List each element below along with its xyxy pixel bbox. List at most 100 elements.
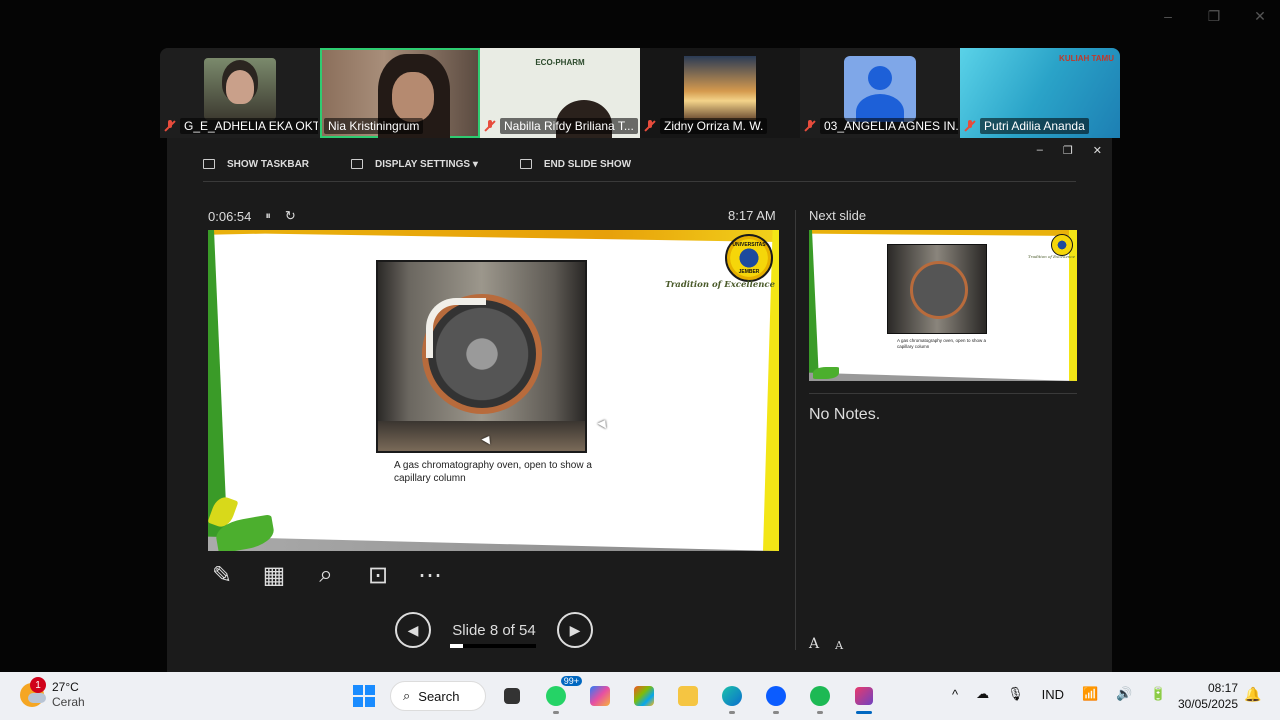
mouse-cursor-icon	[597, 417, 610, 429]
whatsapp-icon	[546, 686, 566, 706]
zoom-icon[interactable]: ⌕	[311, 560, 341, 590]
snipping-tool-icon	[855, 687, 873, 705]
store-app[interactable]	[626, 678, 662, 714]
logo-text-bottom: JEMBER	[738, 269, 760, 275]
presenter-view-window: – ❐ ✕ SHOW TASKBAR DISPLAY SETTINGS ▾ EN…	[167, 138, 1112, 673]
whatsapp-badge: 99+	[560, 676, 582, 686]
end-slide-show-button[interactable]: END SLIDE SHOW	[519, 154, 631, 174]
current-slide[interactable]: UNIVERSITAS JEMBER Tradition of Excellen…	[208, 230, 779, 551]
university-logo	[1051, 234, 1073, 256]
mic-muted-icon	[964, 120, 976, 132]
participant-tile[interactable]: Zidny Orriza M. W.	[640, 48, 800, 138]
participant-tile-active-speaker[interactable]: Nia Kristiningrum	[320, 48, 480, 138]
snipping-tool-app[interactable]	[846, 678, 882, 714]
oven-floor	[378, 421, 585, 451]
reset-timer-icon[interactable]: ↻	[285, 208, 296, 224]
window-controls: – ❐ ✕	[1158, 8, 1270, 25]
slide-counter[interactable]: Slide 8 of 54	[449, 622, 539, 639]
notes-font-controls: A A	[809, 636, 843, 652]
pause-timer-icon[interactable]: ⏸	[265, 210, 271, 223]
edge-icon	[722, 686, 742, 706]
next-slide-label: Next slide	[809, 208, 867, 223]
logo-text-top: UNIVERSITAS	[732, 242, 766, 248]
close-icon[interactable]: ✕	[1093, 144, 1102, 157]
display-settings-icon	[351, 159, 364, 169]
see-all-slides-icon[interactable]: ▦	[259, 560, 289, 590]
display-settings-button[interactable]: DISPLAY SETTINGS ▾	[351, 154, 478, 174]
battery-icon[interactable]: 🔋	[1150, 686, 1166, 702]
show-taskbar-label: SHOW TASKBAR	[227, 158, 310, 170]
previous-slide-button[interactable]: ◀	[395, 612, 431, 648]
participant-name: G_E_ADHELIA EKA OKT...	[180, 118, 318, 134]
taskbar-date: 30/05/2025	[1177, 697, 1238, 711]
mic-muted-icon	[484, 120, 496, 132]
presenter-toolbar: SHOW TASKBAR DISPLAY SETTINGS ▾ END SLID…	[203, 154, 1076, 182]
task-view-button[interactable]	[494, 678, 530, 714]
participant-video	[204, 58, 276, 120]
notes-divider	[809, 393, 1077, 394]
store-icon	[634, 686, 654, 706]
participant-tile[interactable]: 03_ANGELIA AGNES IN...	[800, 48, 960, 138]
slide-right-band	[1069, 230, 1077, 381]
start-button[interactable]	[346, 678, 382, 714]
onedrive-icon[interactable]: ☁	[976, 686, 989, 702]
next-slide-button[interactable]: ▶	[557, 612, 593, 648]
pane-divider[interactable]	[795, 210, 796, 650]
mic-muted-icon	[644, 120, 656, 132]
slide-navigation: ◀ Slide 8 of 54 ▶	[395, 612, 593, 648]
wifi-icon[interactable]: 📶	[1082, 686, 1098, 702]
participant-strip: G_E_ADHELIA EKA OKT... Nia Kristiningrum…	[160, 48, 1120, 138]
virtual-background-title: KULIAH TAMU	[1059, 54, 1114, 63]
pen-icon[interactable]: ✎	[207, 560, 237, 590]
weather-widget[interactable]: 1 27°C Cerah	[20, 677, 85, 710]
search-label: Search	[418, 688, 460, 704]
slide-top-band	[809, 230, 1077, 236]
spotify-icon	[810, 686, 830, 706]
taskbar-icon	[203, 159, 215, 169]
elapsed-time: 0:06:54	[208, 208, 252, 224]
participant-tile[interactable]: KULIAH TAMU Putri Adilia Ananda	[960, 48, 1120, 138]
decrease-font-icon[interactable]: A	[835, 639, 843, 652]
file-explorer-app[interactable]	[670, 678, 706, 714]
language-indicator[interactable]: IND	[1042, 687, 1064, 702]
edge-app[interactable]	[714, 678, 750, 714]
participant-tile[interactable]: ECO-PHARM Nabilla Rifdy Briliana T...	[480, 48, 640, 138]
clock-date[interactable]: 08:17 30/05/2025	[1168, 680, 1238, 712]
university-logo: UNIVERSITAS JEMBER	[725, 234, 773, 282]
minimize-icon[interactable]: –	[1158, 8, 1178, 25]
slide-right-band	[763, 230, 779, 551]
copilot-app[interactable]	[582, 678, 618, 714]
microphone-icon[interactable]: 🎙	[1007, 686, 1024, 702]
increase-font-icon[interactable]: A	[809, 636, 819, 652]
notification-center-icon[interactable]: 🔔	[1244, 686, 1261, 703]
participant-video	[684, 56, 756, 120]
windows-taskbar: 1 27°C Cerah ⌕ Search 99+ ^ ☁ 🎙 IND 📶 🔊 …	[0, 672, 1280, 720]
mic-muted-icon	[804, 120, 816, 132]
show-taskbar-button[interactable]: SHOW TASKBAR	[203, 154, 309, 174]
restore-icon[interactable]: ❐	[1204, 8, 1224, 25]
slide-bottom-band	[208, 536, 779, 551]
slide-progress-bar	[450, 644, 536, 648]
volume-icon[interactable]: 🔊	[1116, 686, 1132, 702]
participant-tile[interactable]: G_E_ADHELIA EKA OKT...	[160, 48, 320, 138]
column-highlight	[426, 298, 486, 358]
system-tray: ^ ☁ 🎙 IND 📶 🔊 🔋	[952, 686, 1167, 702]
show-hidden-icons-icon[interactable]: ^	[952, 687, 958, 702]
slide-tagline: Tradition of Excellence	[665, 280, 775, 290]
current-time: 8:17 AM	[728, 208, 776, 223]
more-options-icon[interactable]: ⋯	[415, 560, 445, 590]
folder-icon	[678, 686, 698, 706]
leaf-decoration	[813, 367, 839, 379]
close-icon[interactable]: ✕	[1250, 8, 1270, 25]
weather-temp: 27°C	[52, 680, 79, 694]
slide-bottom-band	[809, 372, 1077, 381]
next-slide-preview[interactable]: Tradition of Excellence A gas chromatogr…	[809, 230, 1077, 381]
whatsapp-app[interactable]: 99+	[538, 676, 582, 714]
speaker-notes: No Notes.	[809, 406, 881, 423]
taskbar-search[interactable]: ⌕ Search	[390, 681, 486, 711]
black-screen-icon[interactable]: ⊡	[363, 560, 393, 590]
participant-name: Putri Adilia Ananda	[980, 118, 1089, 134]
spotify-app[interactable]	[802, 678, 838, 714]
zoom-app[interactable]	[758, 678, 794, 714]
virtual-background-logo: ECO-PHARM	[535, 58, 585, 67]
